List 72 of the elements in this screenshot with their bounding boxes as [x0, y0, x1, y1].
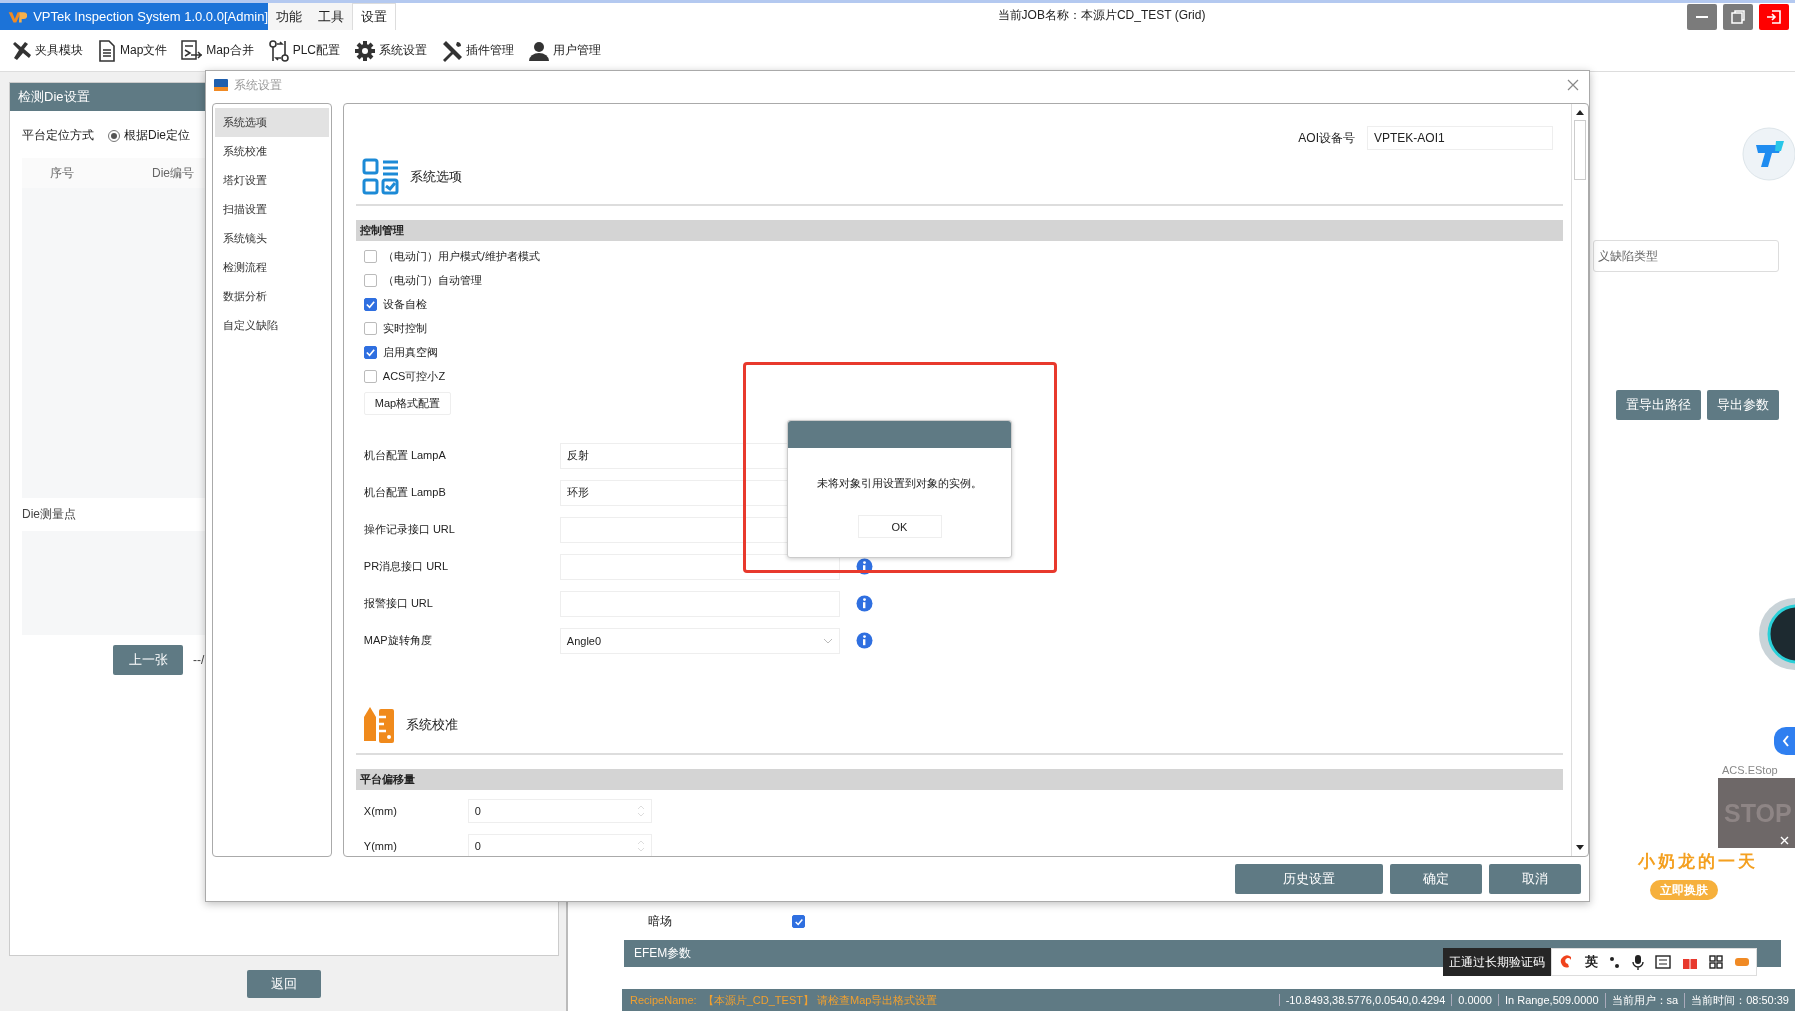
app-title: VPTek Inspection System 1.0.0.0[Admin]	[33, 9, 268, 24]
positioning-label: 平台定位方式	[22, 127, 94, 144]
nav-item[interactable]: 扫描设置	[215, 195, 329, 224]
checkbox-option[interactable]: 启用真空阀	[355, 340, 1563, 364]
column-header: Die编号	[152, 164, 194, 182]
field-label: PR消息接口 URL	[363, 559, 450, 574]
back-button[interactable]: 返回	[247, 970, 321, 998]
field-label: 机台配置 LampB	[363, 485, 447, 500]
toolbar-button[interactable]: Map合并	[181, 39, 254, 62]
input-field[interactable]: Angle0	[559, 627, 840, 654]
toolbar-button[interactable]: PLC配置	[267, 39, 341, 62]
export-button[interactable]: 置导出路径	[1616, 390, 1701, 420]
group-title: 平台偏移量	[359, 772, 415, 787]
toolbar-button[interactable]: 夹具模块	[10, 39, 83, 62]
menu-item[interactable]: 功能	[268, 3, 310, 30]
section-title: 系统校准	[405, 716, 458, 734]
field-label: 操作记录接口 URL	[363, 522, 456, 537]
status-item: -10.8493,38.5776,0.0540,0.4294	[1278, 994, 1452, 1006]
aoi-label: AOI设备号	[1298, 129, 1355, 147]
toolbar-button[interactable]: Map文件	[97, 39, 168, 62]
toolbar-button[interactable]: 用户管理	[528, 39, 602, 62]
previous-button[interactable]: 上一张	[113, 645, 183, 675]
checkbox-option[interactable]: ACS可控小Z	[355, 364, 1563, 388]
nav-item[interactable]: 系统校准	[215, 137, 329, 166]
recipe-status: RecipeName: 【本源片_CD_TEST】 请检查Map导出格式设置	[629, 992, 939, 1008]
input-field[interactable]: 0	[467, 798, 652, 823]
menu-item[interactable]: 工具	[310, 3, 352, 30]
nav-item[interactable]: 系统选项	[215, 108, 329, 137]
darkfield-label: 暗场	[648, 913, 672, 930]
field-label: 报警接口 URL	[363, 596, 434, 611]
dialog-button[interactable]: 取消	[1489, 864, 1581, 894]
toolbar-button[interactable]: 插件管理	[441, 39, 515, 62]
checkbox-option[interactable]: （电动门）自动管理	[355, 268, 1563, 292]
checkbox-option[interactable]: 实时控制	[355, 316, 1563, 340]
sticker-title: 小奶龙的一天	[1638, 851, 1758, 873]
page-indicator: --/	[193, 653, 205, 667]
dialog-button[interactable]: 历史设置	[1235, 864, 1383, 894]
status-item: 0.0000	[1451, 994, 1498, 1006]
dialog-title: 系统设置	[234, 76, 283, 94]
job-name: 当前JOB名称：本源片CD_TEST (Grid)	[997, 7, 1206, 24]
group-title: 控制管理	[359, 223, 404, 238]
ok-button[interactable]: OK	[857, 515, 942, 538]
nav-item[interactable]: 系统镜头	[215, 224, 329, 253]
nav-item[interactable]: 检测流程	[215, 253, 329, 282]
language-toggle[interactable]: 英	[1585, 953, 1598, 971]
map-format-button[interactable]: Map格式配置	[363, 392, 452, 415]
field-label: 机台配置 LampA	[363, 448, 447, 463]
nav-item[interactable]: 自定义缺陷	[215, 311, 329, 340]
toolbar-button[interactable]: 系统设置	[354, 39, 428, 62]
checkbox-option[interactable]: 设备自检	[355, 292, 1563, 316]
column-header: 序号	[50, 164, 74, 182]
input-field[interactable]: 0	[467, 833, 652, 856]
section-label: Die测量点	[22, 506, 76, 523]
defect-type-field[interactable]: 义缺陷类型	[1593, 240, 1779, 272]
ime-notice: 正通过长期验证码	[1443, 948, 1551, 976]
section-title: EFEM参数	[634, 945, 692, 962]
aoi-field[interactable]: VPTEK-AOI1	[1367, 126, 1553, 150]
field-label: MAP旋转角度	[363, 633, 433, 648]
field-label: X(mm)	[363, 804, 398, 817]
status-item: 当前时间：08:50:39	[1684, 992, 1795, 1008]
panel-title: 检测Die设置	[18, 88, 90, 106]
field-label: Y(mm)	[363, 839, 398, 852]
nav-item[interactable]: 塔灯设置	[215, 166, 329, 195]
checkbox-option[interactable]: （电动门）用户模式/维护者模式	[355, 244, 1563, 268]
section-title: 系统选项	[409, 168, 462, 186]
nav-item[interactable]: 数据分析	[215, 282, 329, 311]
status-item: 当前用户：sa	[1604, 992, 1685, 1008]
export-button[interactable]: 导出参数	[1707, 390, 1779, 420]
status-item: In Range,509.0000	[1497, 994, 1605, 1006]
dialog-button[interactable]: 确定	[1390, 864, 1482, 894]
radio-option[interactable]: 根据Die定位	[108, 127, 190, 144]
menu-item[interactable]: 设置	[352, 3, 396, 30]
